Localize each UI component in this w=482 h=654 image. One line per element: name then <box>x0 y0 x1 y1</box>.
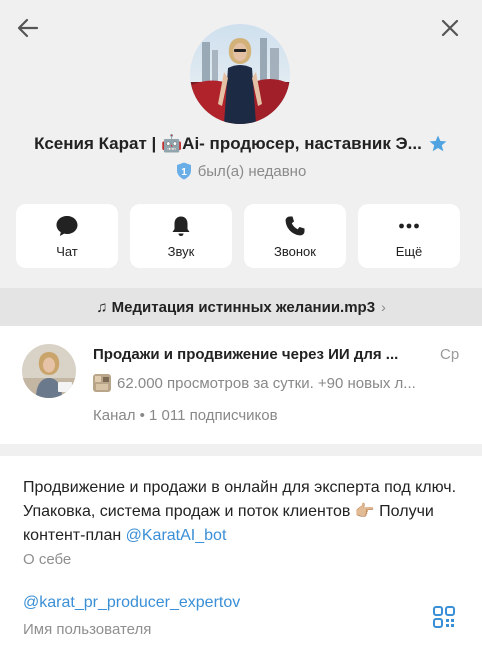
call-label: Звонок <box>274 243 316 259</box>
bio-body: Продвижение и продажи в онлайн для экспе… <box>23 479 457 544</box>
phone-icon <box>285 216 305 235</box>
username-link[interactable]: @karat_pr_producer_expertov <box>23 594 240 612</box>
channel-title: Продажи и продвижение через ИИ для ... <box>93 346 399 363</box>
chat-icon <box>56 215 78 236</box>
channel-preview: 62.000 просмотров за сутки. +90 новых л.… <box>117 374 416 392</box>
bio-label: О себе <box>23 551 72 568</box>
channel-meta: Канал • 1 011 подписчиков <box>93 407 278 424</box>
sound-label: Звук <box>167 243 195 259</box>
chat-label: Чат <box>56 243 78 259</box>
post-thumbnail-icon <box>93 374 111 392</box>
svg-text:1: 1 <box>181 167 187 178</box>
sound-button[interactable]: Звук <box>130 204 232 268</box>
music-title: ♫ Медитация истинных желании.mp3 <box>96 298 376 316</box>
username-label: Имя пользователя <box>23 621 152 638</box>
bell-icon <box>172 216 190 236</box>
name-row: Ксения Карат | 🤖Ai- продюсер, наставник … <box>0 134 482 154</box>
channel-preview-row: 62.000 просмотров за сутки. +90 новых л.… <box>93 374 416 392</box>
linked-channel[interactable]: Продажи и продвижение через ИИ для ... С… <box>0 326 482 444</box>
arrow-left-icon <box>17 18 39 38</box>
more-button[interactable]: Ещё <box>358 204 460 268</box>
profile-music-bar[interactable]: ♫ Медитация истинных желании.mp3 › <box>0 288 482 326</box>
star-icon[interactable] <box>428 134 448 154</box>
back-button[interactable] <box>12 12 44 44</box>
bio-bot-link[interactable]: @KaratAI_bot <box>126 527 227 544</box>
close-icon <box>441 19 459 37</box>
shield-icon: 1 <box>176 162 191 180</box>
more-label: Ещё <box>395 243 423 259</box>
profile-header: Ксения Карат | 🤖Ai- продюсер, наставник … <box>0 0 482 288</box>
qr-code-icon[interactable] <box>432 605 456 629</box>
more-icon <box>399 223 419 228</box>
call-button[interactable]: Звонок <box>244 204 346 268</box>
chat-button[interactable]: Чат <box>16 204 118 268</box>
channel-date: Ср <box>440 346 460 363</box>
close-button[interactable] <box>434 12 466 44</box>
chevron-right-icon: › <box>381 299 386 315</box>
channel-avatar <box>22 344 76 398</box>
last-seen-status: был(а) недавно <box>197 162 307 180</box>
status-row: 1 был(а) недавно <box>0 162 482 180</box>
avatar[interactable] <box>190 24 290 124</box>
bio-text: Продвижение и продажи в онлайн для экспе… <box>23 476 463 548</box>
action-buttons: Чат Звук Звонок Ещё <box>16 204 460 268</box>
section-divider <box>0 444 482 456</box>
profile-name: Ксения Карат | 🤖Ai- продюсер, наставник … <box>34 134 422 153</box>
